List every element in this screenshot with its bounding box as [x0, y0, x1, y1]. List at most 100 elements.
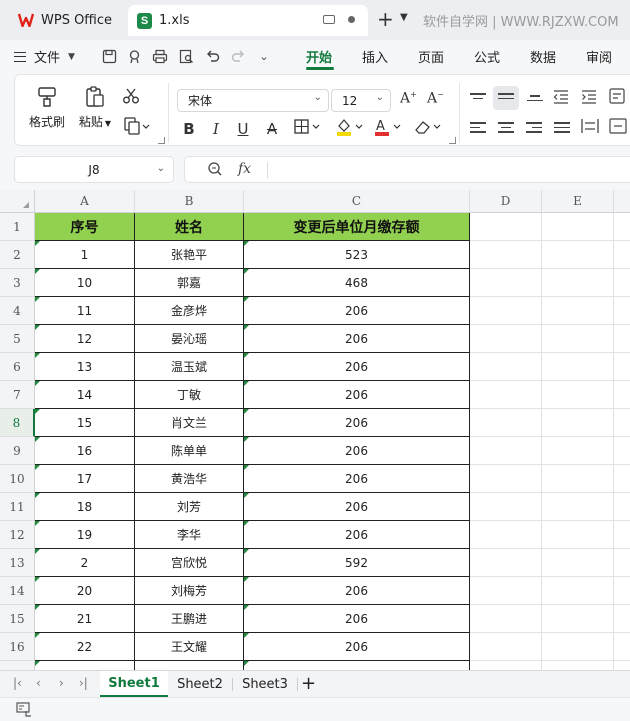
column-header-b[interactable]: B — [135, 190, 244, 213]
empty-cell[interactable] — [542, 409, 614, 437]
cell-name[interactable]: 李华 — [135, 521, 244, 549]
cell-amount[interactable]: 206 — [244, 409, 470, 437]
cell-seq[interactable]: 11 — [35, 297, 135, 325]
cell-seq[interactable]: 21 — [35, 605, 135, 633]
increase-font-size-icon[interactable]: A+ — [400, 90, 417, 107]
cell-amount[interactable]: 206 — [244, 437, 470, 465]
empty-cell[interactable] — [542, 353, 614, 381]
cell-amount[interactable]: 206 — [244, 605, 470, 633]
print-preview-icon[interactable] — [176, 46, 196, 66]
empty-cell[interactable] — [614, 605, 630, 633]
row-header-4[interactable]: 4 — [0, 297, 35, 325]
header-cell[interactable]: 序号 — [35, 213, 135, 241]
cell-name[interactable]: 刘梅芳 — [135, 577, 244, 605]
copy-icon[interactable] — [124, 117, 150, 139]
empty-cell[interactable] — [614, 213, 630, 241]
partial-cell[interactable] — [542, 661, 614, 670]
empty-cell[interactable] — [542, 325, 614, 353]
cell-seq[interactable]: 15 — [35, 409, 135, 437]
empty-cell[interactable] — [542, 465, 614, 493]
bold-icon[interactable]: B — [179, 120, 199, 138]
cell-amount[interactable]: 206 — [244, 353, 470, 381]
empty-cell[interactable] — [470, 353, 542, 381]
tab-formulas[interactable]: 公式 — [474, 47, 500, 66]
font-expand-icon[interactable] — [449, 137, 456, 144]
chevron-down-icon[interactable]: ▼ — [400, 12, 408, 23]
row-header-3[interactable]: 3 — [0, 269, 35, 297]
wps-office-tab[interactable]: WPS Office — [6, 5, 124, 35]
empty-cell[interactable] — [614, 577, 630, 605]
file-menu-button[interactable]: 文件 ▼ — [14, 47, 75, 66]
cell-seq[interactable]: 17 — [35, 465, 135, 493]
increase-indent-icon[interactable] — [581, 90, 597, 108]
empty-cell[interactable] — [614, 381, 630, 409]
empty-cell[interactable] — [470, 325, 542, 353]
empty-cell[interactable] — [614, 325, 630, 353]
new-tab-plus-icon[interactable]: + — [377, 9, 394, 29]
tab-home[interactable]: 开始 — [306, 47, 332, 66]
sheet-tab-sheet3[interactable]: Sheet3 — [233, 671, 297, 697]
format-painter-button[interactable]: 格式刷 — [25, 85, 69, 130]
cell-name[interactable]: 丁敏 — [135, 381, 244, 409]
prev-sheet-icon[interactable]: ‹ — [36, 676, 41, 690]
empty-cell[interactable] — [470, 633, 542, 661]
row-header-7[interactable]: 7 — [0, 381, 35, 409]
row-header-8[interactable]: 8 — [0, 409, 35, 437]
empty-cell[interactable] — [470, 549, 542, 577]
cell-amount[interactable]: 523 — [244, 241, 470, 269]
row-header-10[interactable]: 10 — [0, 465, 35, 493]
empty-cell[interactable] — [470, 297, 542, 325]
cell-name[interactable]: 王文耀 — [135, 633, 244, 661]
cell-seq[interactable]: 18 — [35, 493, 135, 521]
empty-cell[interactable] — [614, 633, 630, 661]
empty-cell[interactable] — [614, 549, 630, 577]
partial-cell[interactable] — [35, 661, 135, 670]
cell-name[interactable]: 宫欣悦 — [135, 549, 244, 577]
empty-cell[interactable] — [470, 437, 542, 465]
row-header-1[interactable]: 1 — [0, 213, 35, 241]
tab-page[interactable]: 页面 — [418, 47, 444, 66]
align-top-icon[interactable] — [470, 93, 486, 105]
empty-cell[interactable] — [470, 577, 542, 605]
empty-cell[interactable] — [542, 633, 614, 661]
partial-cell[interactable] — [470, 661, 542, 670]
empty-cell[interactable] — [614, 409, 630, 437]
cell-name[interactable]: 黄浩华 — [135, 465, 244, 493]
column-header-f[interactable] — [614, 190, 630, 213]
empty-cell[interactable] — [614, 437, 630, 465]
tab-review[interactable]: 审阅 — [586, 47, 612, 66]
partial-cell[interactable] — [244, 661, 470, 670]
font-size-select[interactable]: 12 ⌄ — [331, 89, 391, 112]
unsaved-dot-icon[interactable] — [348, 16, 355, 23]
sheet-tab-sheet1[interactable]: Sheet1 — [100, 671, 168, 697]
font-color-icon[interactable]: A — [373, 117, 403, 141]
formula-input[interactable]: fx — [184, 156, 630, 183]
empty-cell[interactable] — [470, 241, 542, 269]
column-header-d[interactable]: D — [470, 190, 542, 213]
function-fx-icon[interactable]: fx — [238, 161, 251, 177]
row-header-5[interactable]: 5 — [0, 325, 35, 353]
italic-icon[interactable]: I — [206, 120, 226, 138]
header-cell[interactable]: 姓名 — [135, 213, 244, 241]
row-header-9[interactable]: 9 — [0, 437, 35, 465]
empty-cell[interactable] — [542, 269, 614, 297]
empty-cell[interactable] — [470, 521, 542, 549]
row-header-2[interactable]: 2 — [0, 241, 35, 269]
cell-name[interactable]: 张艳平 — [135, 241, 244, 269]
cell-seq[interactable]: 22 — [35, 633, 135, 661]
row-header-12[interactable]: 12 — [0, 521, 35, 549]
cell-seq[interactable]: 16 — [35, 437, 135, 465]
save-icon[interactable] — [99, 46, 119, 66]
empty-cell[interactable] — [470, 409, 542, 437]
empty-cell[interactable] — [470, 605, 542, 633]
empty-cell[interactable] — [470, 465, 542, 493]
paste-button[interactable]: 粘贴 ▼ — [73, 85, 117, 130]
cut-scissors-icon[interactable] — [122, 87, 140, 109]
undo-icon[interactable] — [202, 46, 222, 66]
empty-cell[interactable] — [614, 493, 630, 521]
cell-seq[interactable]: 12 — [35, 325, 135, 353]
macro-record-icon[interactable] — [16, 702, 32, 721]
cell-amount[interactable]: 592 — [244, 549, 470, 577]
column-header-a[interactable]: A — [35, 190, 135, 213]
screen-icon[interactable] — [323, 15, 335, 24]
